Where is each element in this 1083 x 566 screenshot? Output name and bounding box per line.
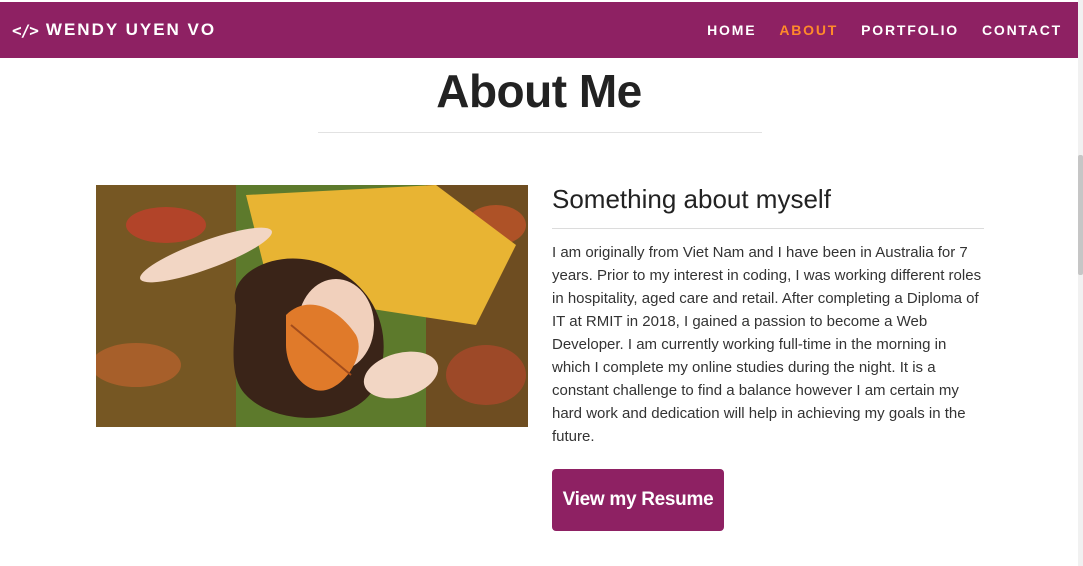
- brand-link[interactable]: </> WENDY UYEN VO: [12, 20, 216, 40]
- main-nav: HOME ABOUT PORTFOLIO CONTACT: [707, 22, 1062, 38]
- page-title: About Me: [436, 65, 642, 117]
- nav-link-contact[interactable]: CONTACT: [982, 22, 1062, 38]
- nav-link-home[interactable]: HOME: [707, 22, 756, 38]
- page-scrollbar[interactable]: [1078, 0, 1083, 566]
- nav-link-about[interactable]: ABOUT: [779, 22, 838, 38]
- section-heading: Something about myself: [552, 184, 831, 214]
- nav-link-portfolio[interactable]: PORTFOLIO: [861, 22, 959, 38]
- title-divider: [318, 132, 762, 133]
- bio-text: I am originally from Viet Nam and I have…: [552, 244, 982, 445]
- scrollbar-thumb[interactable]: [1078, 155, 1083, 275]
- brand-name: WENDY UYEN VO: [45, 20, 217, 39]
- section-divider: [552, 228, 984, 229]
- top-navbar: </> WENDY UYEN VO HOME ABOUT PORTFOLIO C…: [0, 2, 1078, 58]
- profile-photo: [96, 185, 528, 427]
- view-resume-button[interactable]: View my Resume: [552, 469, 724, 531]
- profile-photo-image: [96, 185, 528, 427]
- code-icon: </>: [12, 20, 39, 40]
